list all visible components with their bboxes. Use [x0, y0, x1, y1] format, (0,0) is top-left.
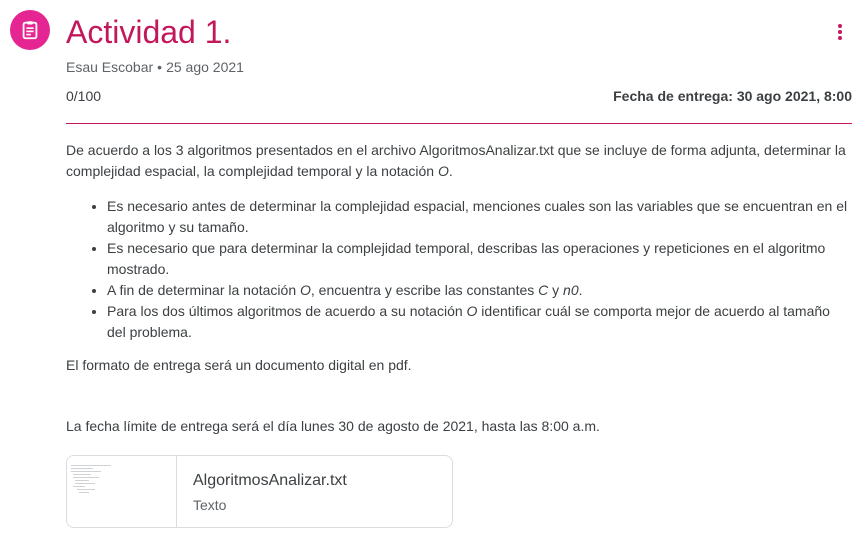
clipboard-icon	[22, 21, 38, 40]
page-title: Actividad 1.	[66, 14, 232, 50]
intro-end: .	[448, 163, 453, 179]
intro-o-notation: O	[437, 163, 449, 179]
b3-text-y: y	[548, 282, 564, 298]
b3-text-b: , encuentra y escribe las constantes	[310, 282, 539, 298]
header-divider	[66, 123, 852, 124]
intro-text: De acuerdo a los 3 algoritmos presentado…	[66, 142, 846, 179]
post-date: 25 ago 2021	[166, 59, 244, 75]
assignment-icon	[10, 10, 50, 50]
attachment-name: AlgoritmosAnalizar.txt	[193, 472, 347, 489]
list-item: Es necesario que para determinar la comp…	[107, 238, 852, 280]
instructions-list: Es necesario antes de determinar la comp…	[66, 196, 852, 343]
post-meta: Esau Escobar • 25 ago 2021	[66, 58, 244, 76]
b4-o-notation: O	[466, 303, 478, 319]
assignment-description: De acuerdo a los 3 algoritmos presentado…	[66, 140, 852, 437]
b3-text-a: A fin de determinar la notación	[107, 282, 301, 298]
b3-c-constant: C	[538, 282, 549, 298]
b4-text-a: Para los dos últimos algoritmos de acuer…	[107, 303, 467, 319]
b3-o-notation: O	[300, 282, 311, 298]
more-vert-icon	[838, 24, 842, 40]
attachment-thumbnail	[67, 456, 177, 527]
author-name: Esau Escobar	[66, 59, 154, 75]
points-label: 0/100	[66, 88, 102, 104]
list-item: Es necesario antes de determinar la comp…	[107, 196, 852, 238]
format-paragraph: El formato de entrega será un documento …	[66, 357, 412, 373]
b3-text-end: .	[578, 282, 583, 298]
list-item: A fin de determinar la notación O, encue…	[107, 280, 852, 301]
intro-paragraph: De acuerdo a los 3 algoritmos presentado…	[66, 140, 852, 182]
more-options-button[interactable]	[826, 18, 854, 46]
attachment-card[interactable]: AlgoritmosAnalizar.txt Texto	[66, 455, 453, 528]
assignment-page: Actividad 1. Esau Escobar • 25 ago 2021 0/…	[0, 0, 868, 536]
attachment-type: Texto	[193, 497, 227, 513]
due-date: Fecha de entrega: 30 ago 2021, 8:00	[613, 88, 852, 104]
b3-n0-constant: n0	[563, 282, 579, 298]
deadline-paragraph: La fecha límite de entrega será el día l…	[66, 418, 600, 434]
meta-separator: •	[157, 59, 163, 75]
attachment-info: AlgoritmosAnalizar.txt Texto	[177, 456, 347, 527]
list-item: Para los dos últimos algoritmos de acuer…	[107, 301, 852, 343]
